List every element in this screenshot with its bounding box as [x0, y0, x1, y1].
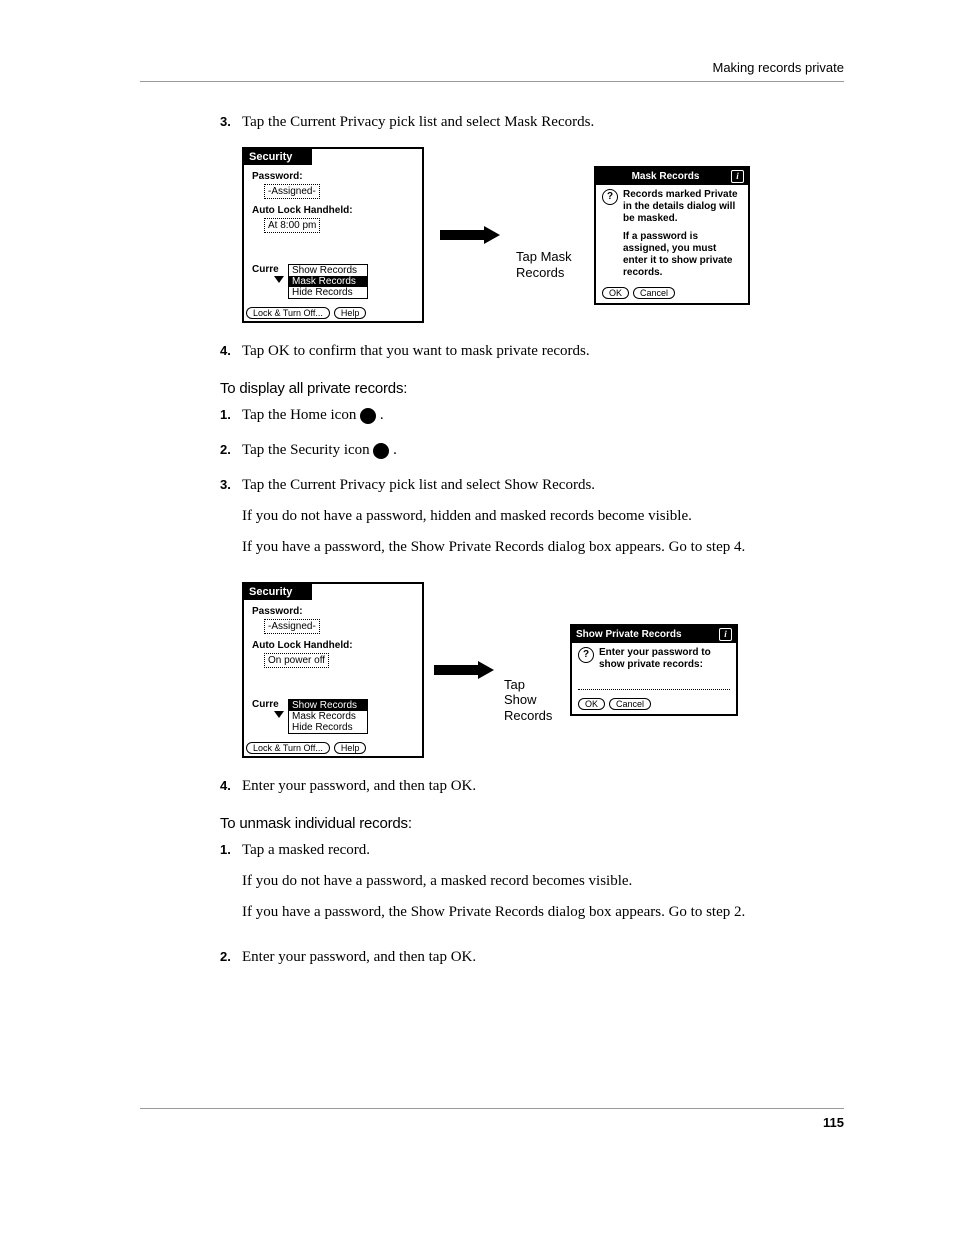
mask-records-dialog: Mask Records i ? Records marked Private …	[594, 166, 750, 305]
tap-show-label: Tap Show Records	[504, 677, 560, 724]
dialog-text-1: Records marked Private in the details di…	[623, 189, 742, 225]
show-private-dialog: Show Private Records i ? Enter your pass…	[570, 624, 738, 716]
cancel-button[interactable]: Cancel	[633, 287, 675, 299]
subheading-unmask: To unmask individual records:	[220, 815, 844, 832]
dialog-text-2: If a password is assigned, you must ente…	[623, 231, 742, 279]
picklist-option-hide[interactable]: Hide Records	[289, 722, 367, 733]
lock-turn-off-button[interactable]: Lock & Turn Off...	[246, 307, 330, 319]
screen-title: Security	[244, 149, 312, 165]
password-value[interactable]: -Assigned-	[264, 184, 320, 199]
cancel-button[interactable]: Cancel	[609, 698, 651, 710]
dropdown-arrow-icon[interactable]	[274, 711, 284, 718]
password-input[interactable]	[578, 679, 730, 690]
question-icon: ?	[578, 647, 594, 663]
step-text: Tap the Current Privacy pick list and se…	[242, 475, 844, 568]
step-3: 3. Tap the Current Privacy pick list and…	[220, 112, 844, 133]
security-screen: Security Password: -Assigned- Auto Lock …	[242, 147, 424, 323]
picklist-option-hide[interactable]: Hide Records	[289, 287, 367, 298]
step-number: 3.	[220, 112, 242, 133]
dialog-text: Enter your password to show private reco…	[599, 647, 730, 671]
ok-button[interactable]: OK	[602, 287, 629, 299]
password-label: Password:	[252, 171, 414, 182]
step-text: Tap a masked record. If you do not have …	[242, 840, 844, 933]
password-value[interactable]: -Assigned-	[264, 619, 320, 634]
picklist-option-show[interactable]: Show Records	[289, 700, 367, 711]
tap-mask-label: Tap Mask Records	[516, 249, 578, 280]
current-privacy-label: Curre	[252, 264, 279, 275]
step-number: 3.	[220, 475, 242, 568]
step-text: Tap OK to confirm that you want to mask …	[242, 341, 844, 362]
picklist-option-show[interactable]: Show Records	[289, 265, 367, 276]
step-number: 2.	[220, 947, 242, 968]
picklist-option-mask[interactable]: Mask Records	[289, 711, 367, 722]
help-button[interactable]: Help	[334, 307, 367, 319]
picklist-option-mask[interactable]: Mask Records	[289, 276, 367, 287]
display-step-3: 3. Tap the Current Privacy pick list and…	[220, 475, 844, 568]
step-text: Tap the Security icon .	[242, 440, 844, 461]
page-number: 115	[140, 1108, 844, 1130]
unmask-step-1: 1. Tap a masked record. If you do not ha…	[220, 840, 844, 933]
subheading-display-private: To display all private records:	[220, 380, 844, 397]
step-number: 1.	[220, 405, 242, 426]
dropdown-arrow-icon[interactable]	[274, 276, 284, 283]
arrow-icon	[434, 661, 494, 679]
step-number: 2.	[220, 440, 242, 461]
figure-show-records: Security Password: -Assigned- Auto Lock …	[242, 582, 844, 758]
display-step-2: 2. Tap the Security icon .	[220, 440, 844, 461]
password-label: Password:	[252, 606, 414, 617]
step-text: Enter your password, and then tap OK.	[242, 947, 844, 968]
security-icon	[373, 443, 389, 459]
screen-title: Security	[244, 584, 312, 600]
display-step-4: 4. Enter your password, and then tap OK.	[220, 776, 844, 797]
info-icon[interactable]: i	[731, 170, 744, 183]
home-icon	[360, 408, 376, 424]
dialog-title: Show Private Records	[576, 629, 682, 640]
unmask-step-2: 2. Enter your password, and then tap OK.	[220, 947, 844, 968]
autolock-value[interactable]: On power off	[264, 653, 329, 668]
step-text: Tap the Current Privacy pick list and se…	[242, 112, 844, 133]
security-screen-2: Security Password: -Assigned- Auto Lock …	[242, 582, 424, 758]
current-privacy-label: Curre	[252, 699, 279, 710]
dialog-title: Mask Records	[632, 171, 700, 182]
display-step-1: 1. Tap the Home icon .	[220, 405, 844, 426]
step-number: 1.	[220, 840, 242, 933]
info-icon[interactable]: i	[719, 628, 732, 641]
autolock-label: Auto Lock Handheld:	[252, 640, 414, 651]
autolock-label: Auto Lock Handheld:	[252, 205, 414, 216]
privacy-picklist[interactable]: Show Records Mask Records Hide Records	[288, 264, 368, 299]
lock-turn-off-button[interactable]: Lock & Turn Off...	[246, 742, 330, 754]
arrow-icon	[440, 226, 500, 244]
autolock-value[interactable]: At 8:00 pm	[264, 218, 320, 233]
step-number: 4.	[220, 776, 242, 797]
help-button[interactable]: Help	[334, 742, 367, 754]
step-4: 4. Tap OK to confirm that you want to ma…	[220, 341, 844, 362]
step-text: Enter your password, and then tap OK.	[242, 776, 844, 797]
question-icon: ?	[602, 189, 618, 205]
figure-mask-records: Security Password: -Assigned- Auto Lock …	[242, 147, 844, 323]
step-text: Tap the Home icon .	[242, 405, 844, 426]
privacy-picklist[interactable]: Show Records Mask Records Hide Records	[288, 699, 368, 734]
ok-button[interactable]: OK	[578, 698, 605, 710]
page-header: Making records private	[140, 60, 844, 82]
step-number: 4.	[220, 341, 242, 362]
